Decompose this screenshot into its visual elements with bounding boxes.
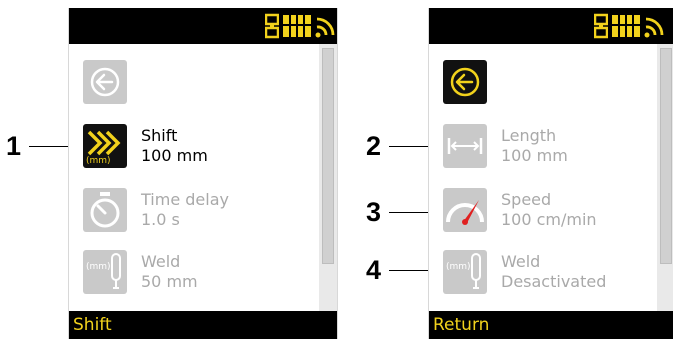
back-arrow-icon	[450, 67, 480, 97]
weld-text: Weld Desactivated	[501, 252, 606, 292]
menu-item-time-delay[interactable]: Time delay 1.0 s	[83, 186, 229, 234]
status-icons	[594, 13, 664, 39]
speed-tile	[443, 188, 487, 232]
length-measure-icon	[447, 138, 483, 154]
wireless-signal-icon	[315, 17, 335, 38]
device-connector-icon	[265, 13, 279, 39]
weld-value: Desactivated	[501, 272, 607, 291]
callout-number-4: 4	[366, 255, 382, 285]
footer-bar: Return	[429, 311, 673, 339]
menu-item-length[interactable]: Length 100 mm	[443, 122, 568, 170]
length-title: Length	[501, 126, 557, 145]
back-tile	[443, 60, 487, 104]
back-button[interactable]	[83, 58, 127, 106]
weld-probe-icon	[471, 253, 481, 289]
shift-title: Shift	[141, 126, 178, 145]
device-connector-icon	[594, 13, 608, 39]
callout-number-2: 2	[366, 131, 382, 161]
weld-probe-icon	[111, 253, 121, 289]
wireless-signal-icon	[644, 17, 664, 38]
length-value: 100 mm	[501, 146, 568, 165]
weld-text: Weld 50 mm	[141, 252, 198, 292]
time-delay-title: Time delay	[141, 190, 229, 209]
status-bar	[69, 8, 337, 44]
callout-number-3: 3	[366, 197, 382, 227]
weld-title: Weld	[141, 252, 181, 271]
menu-item-weld[interactable]: (mm) Weld Desactivated	[443, 248, 606, 296]
back-button[interactable]	[443, 58, 487, 106]
length-tile	[443, 124, 487, 168]
length-text: Length 100 mm	[501, 126, 568, 166]
stopwatch-icon	[90, 192, 120, 228]
weld-value: 50 mm	[141, 272, 198, 291]
footer-bar: Shift	[69, 311, 337, 339]
weld-title: Weld	[501, 252, 541, 271]
shift-tile: (mm)	[83, 124, 127, 168]
menu-item-speed[interactable]: Speed 100 cm/min	[443, 186, 597, 234]
speed-value: 100 cm/min	[501, 210, 597, 229]
time-delay-tile	[83, 188, 127, 232]
scroll-thumb[interactable]	[322, 48, 334, 264]
speed-title: Speed	[501, 190, 552, 209]
speed-text: Speed 100 cm/min	[501, 190, 597, 230]
shift-value: 100 mm	[141, 146, 208, 165]
menu-item-shift[interactable]: (mm) Shift 100 mm	[83, 122, 208, 170]
callout-number-1: 1	[6, 131, 22, 161]
back-arrow-icon	[90, 67, 120, 97]
time-delay-value: 1.0 s	[141, 210, 180, 229]
shift-unit-label: (mm)	[86, 156, 111, 166]
footer-label: Shift	[73, 315, 112, 335]
back-tile	[83, 60, 127, 104]
time-delay-text: Time delay 1.0 s	[141, 190, 229, 230]
battery-level-icon	[283, 15, 311, 37]
status-icons	[265, 13, 335, 39]
shift-text: Shift 100 mm	[141, 126, 208, 166]
scrollbar[interactable]	[657, 44, 673, 311]
footer-label: Return	[433, 315, 490, 335]
weld-tile: (mm)	[443, 250, 487, 294]
menu-item-weld[interactable]: (mm) Weld 50 mm	[83, 248, 198, 296]
battery-level-icon	[612, 15, 640, 37]
status-bar	[429, 8, 673, 44]
left-screen: (mm) Shift 100 mm Time delay 1.0 s (mm) …	[68, 8, 338, 339]
scroll-thumb[interactable]	[660, 48, 672, 264]
weld-tile: (mm)	[83, 250, 127, 294]
speed-gauge-icon	[446, 200, 484, 225]
right-screen: Length 100 mm Speed 100 cm/min (mm) Weld…	[428, 8, 673, 339]
device-screens-figure: 1 2 3 4 (mm) Shift 100 mm Time delay 1.0…	[0, 0, 673, 347]
scrollbar[interactable]	[319, 44, 337, 311]
